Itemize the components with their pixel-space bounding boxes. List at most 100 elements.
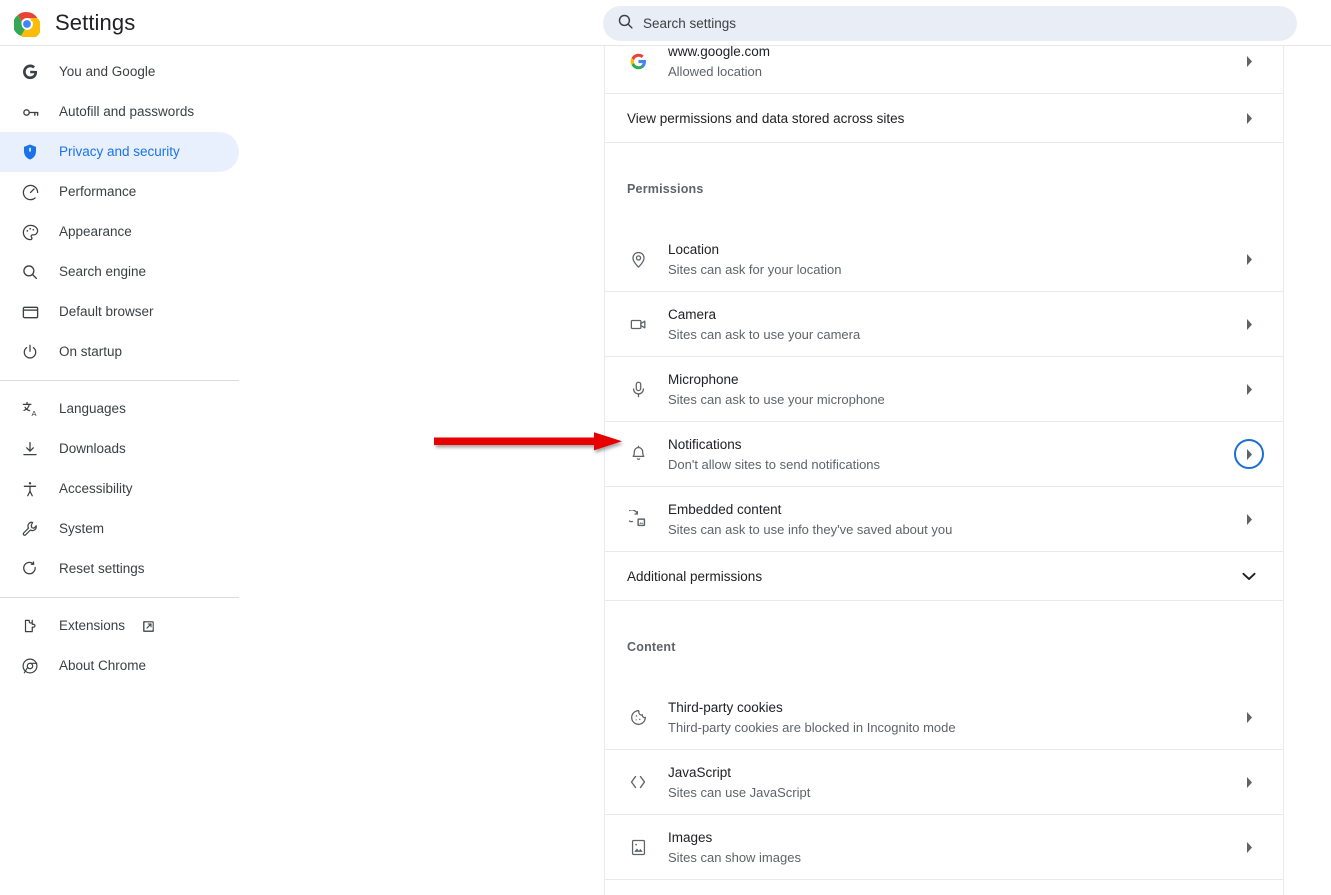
code-brackets-icon <box>627 771 649 793</box>
recent-site-subtitle: Allowed location <box>668 62 1237 81</box>
additional-permissions-row[interactable]: Additional permissions <box>605 552 1283 601</box>
translate-icon: A <box>20 399 40 419</box>
magnifier-icon <box>20 262 40 282</box>
view-permissions-title: View permissions and data stored across … <box>627 109 1237 128</box>
permission-title: Location <box>668 240 1237 259</box>
sidebar-item-privacy-and-security[interactable]: Privacy and security <box>0 132 239 172</box>
permission-title: Microphone <box>668 370 1237 389</box>
permission-subtitle: Sites can ask for your location <box>668 260 1237 279</box>
sidebar-item-system[interactable]: System <box>0 509 239 549</box>
content-text: Third-party cookies Third-party cookies … <box>668 698 1237 737</box>
chevron-down-icon[interactable] <box>1237 572 1261 581</box>
sidebar-item-appearance[interactable]: Appearance <box>0 212 239 252</box>
sidebar-item-performance[interactable]: Performance <box>0 172 239 212</box>
settings-sidebar: You and Google Autofill and passwords Pr… <box>0 46 290 895</box>
permission-subtitle: Don't allow sites to send notifications <box>668 455 1237 474</box>
svg-text:A: A <box>31 408 36 417</box>
sidebar-item-label: About Chrome <box>59 656 146 676</box>
sidebar-item-on-startup[interactable]: On startup <box>0 332 239 372</box>
content-title: Third-party cookies <box>668 698 1237 717</box>
video-camera-icon <box>627 313 649 335</box>
palette-icon <box>20 222 40 242</box>
sidebar-item-label: Extensions <box>59 616 125 636</box>
sidebar-item-label: Accessibility <box>59 479 133 499</box>
chevron-right-icon[interactable] <box>1237 318 1261 331</box>
sidebar-item-downloads[interactable]: Downloads <box>0 429 239 469</box>
content-title: Images <box>668 828 1237 847</box>
permission-text: Notifications Don't allow sites to send … <box>668 435 1237 474</box>
permission-text: Camera Sites can ask to use your camera <box>668 305 1237 344</box>
chevron-right-icon[interactable] <box>1237 776 1261 789</box>
sidebar-item-label: System <box>59 519 104 539</box>
content-subtitle: Sites can use JavaScript <box>668 783 1237 802</box>
recent-site-title: www.google.com <box>668 46 1237 61</box>
chevron-right-icon[interactable] <box>1237 841 1261 854</box>
microphone-icon <box>627 378 649 400</box>
open-in-new-icon[interactable] <box>141 619 156 634</box>
sidebar-item-extensions[interactable]: Extensions <box>0 606 239 646</box>
sidebar-item-about-chrome[interactable]: About Chrome <box>0 646 239 686</box>
search-icon <box>617 13 634 35</box>
content-row-popups-and-redirects[interactable]: Pop-ups and redirects Don't allow sites … <box>605 880 1283 895</box>
sidebar-item-label: Performance <box>59 182 136 202</box>
sidebar-group-primary: You and Google Autofill and passwords Pr… <box>0 46 290 372</box>
sidebar-item-label: You and Google <box>59 62 155 82</box>
permission-row-microphone[interactable]: Microphone Sites can ask to use your mic… <box>605 357 1283 422</box>
sidebar-item-label: On startup <box>59 342 122 362</box>
recent-site-row[interactable]: www.google.com Allowed location <box>605 46 1283 94</box>
permission-row-location[interactable]: Location Sites can ask for your location <box>605 227 1283 292</box>
chevron-right-icon[interactable] <box>1237 253 1261 266</box>
chevron-right-icon[interactable] <box>1237 383 1261 396</box>
bell-icon <box>627 443 649 465</box>
permission-subtitle: Sites can ask to use your camera <box>668 325 1237 344</box>
content-title: JavaScript <box>668 763 1237 782</box>
sidebar-item-reset-settings[interactable]: Reset settings <box>0 549 239 589</box>
sidebar-item-accessibility[interactable]: Accessibility <box>0 469 239 509</box>
sidebar-item-you-and-google[interactable]: You and Google <box>0 52 239 92</box>
image-icon <box>627 836 649 858</box>
permission-title: Notifications <box>668 435 1237 454</box>
chrome-outline-icon <box>20 656 40 676</box>
chevron-right-icon[interactable] <box>1237 112 1261 125</box>
accessibility-person-icon <box>20 479 40 499</box>
chevron-right-icon[interactable] <box>1237 448 1261 461</box>
sidebar-item-search-engine[interactable]: Search engine <box>0 252 239 292</box>
cookie-icon <box>627 706 649 728</box>
key-icon <box>20 102 40 122</box>
content-subtitle: Third-party cookies are blocked in Incog… <box>668 718 1237 737</box>
permission-row-embedded-content[interactable]: Embedded content Sites can ask to use in… <box>605 487 1283 552</box>
sidebar-item-languages[interactable]: A Languages <box>0 389 239 429</box>
search-input[interactable] <box>643 7 1297 40</box>
chevron-right-icon[interactable] <box>1237 55 1261 68</box>
permission-title: Embedded content <box>668 500 1237 519</box>
permission-row-notifications[interactable]: Notifications Don't allow sites to send … <box>605 422 1283 487</box>
recent-site-text: www.google.com Allowed location <box>668 46 1237 81</box>
sidebar-item-label: Search engine <box>59 262 146 282</box>
content-text: JavaScript Sites can use JavaScript <box>668 763 1237 802</box>
settings-main: www.google.com Allowed location View per… <box>290 46 1331 895</box>
sidebar-divider-2 <box>0 597 239 598</box>
content-row-javascript[interactable]: JavaScript Sites can use JavaScript <box>605 750 1283 815</box>
puzzle-piece-icon <box>20 616 40 636</box>
permission-title: Camera <box>668 305 1237 324</box>
search-bar[interactable] <box>603 6 1297 41</box>
permission-row-camera[interactable]: Camera Sites can ask to use your camera <box>605 292 1283 357</box>
view-permissions-row[interactable]: View permissions and data stored across … <box>605 94 1283 143</box>
section-gap-2 <box>605 601 1283 631</box>
permissions-section-heading: Permissions <box>605 173 1283 205</box>
section-gap <box>605 143 1283 173</box>
sidebar-item-label: Autofill and passwords <box>59 102 194 122</box>
sidebar-item-label: Privacy and security <box>59 142 180 162</box>
sidebar-item-default-browser[interactable]: Default browser <box>0 292 239 332</box>
heading-gap <box>605 205 1283 227</box>
content-row-images[interactable]: Images Sites can show images <box>605 815 1283 880</box>
app-header: Settings <box>0 0 1331 46</box>
content-row-third-party-cookies[interactable]: Third-party cookies Third-party cookies … <box>605 685 1283 750</box>
sidebar-item-autofill-and-passwords[interactable]: Autofill and passwords <box>0 92 239 132</box>
shield-icon <box>20 142 40 162</box>
chevron-right-icon[interactable] <box>1237 513 1261 526</box>
chevron-right-icon[interactable] <box>1237 711 1261 724</box>
content-section-heading: Content <box>605 631 1283 663</box>
sidebar-item-label: Downloads <box>59 439 126 459</box>
google-g-icon <box>627 50 649 72</box>
